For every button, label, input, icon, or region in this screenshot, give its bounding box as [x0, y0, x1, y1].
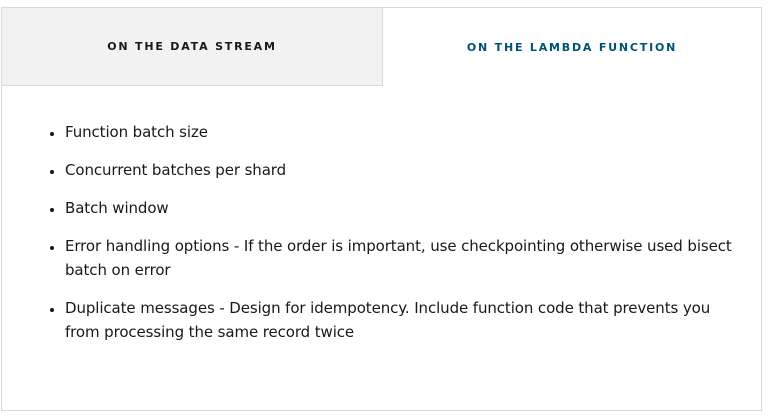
tabs-panel: ON THE DATA STREAM ON THE LAMBDA FUNCTIO… [1, 7, 762, 411]
tab-label: ON THE DATA STREAM [107, 40, 277, 53]
list-item: Batch window [64, 196, 741, 220]
list-item: Error handling options - If the order is… [64, 234, 741, 282]
list-item: Function batch size [64, 120, 741, 144]
list-item: Duplicate messages - Design for idempote… [64, 296, 741, 344]
tab-content: Function batch size Concurrent batches p… [2, 86, 761, 344]
tab-label: ON THE LAMBDA FUNCTION [466, 40, 678, 54]
tab-on-the-lambda-function[interactable]: ON THE LAMBDA FUNCTION [383, 8, 761, 86]
list-item: Concurrent batches per shard [64, 158, 741, 182]
bullet-list: Function batch size Concurrent batches p… [22, 120, 741, 344]
tab-on-the-data-stream[interactable]: ON THE DATA STREAM [2, 8, 383, 86]
tab-bar: ON THE DATA STREAM ON THE LAMBDA FUNCTIO… [2, 8, 761, 86]
